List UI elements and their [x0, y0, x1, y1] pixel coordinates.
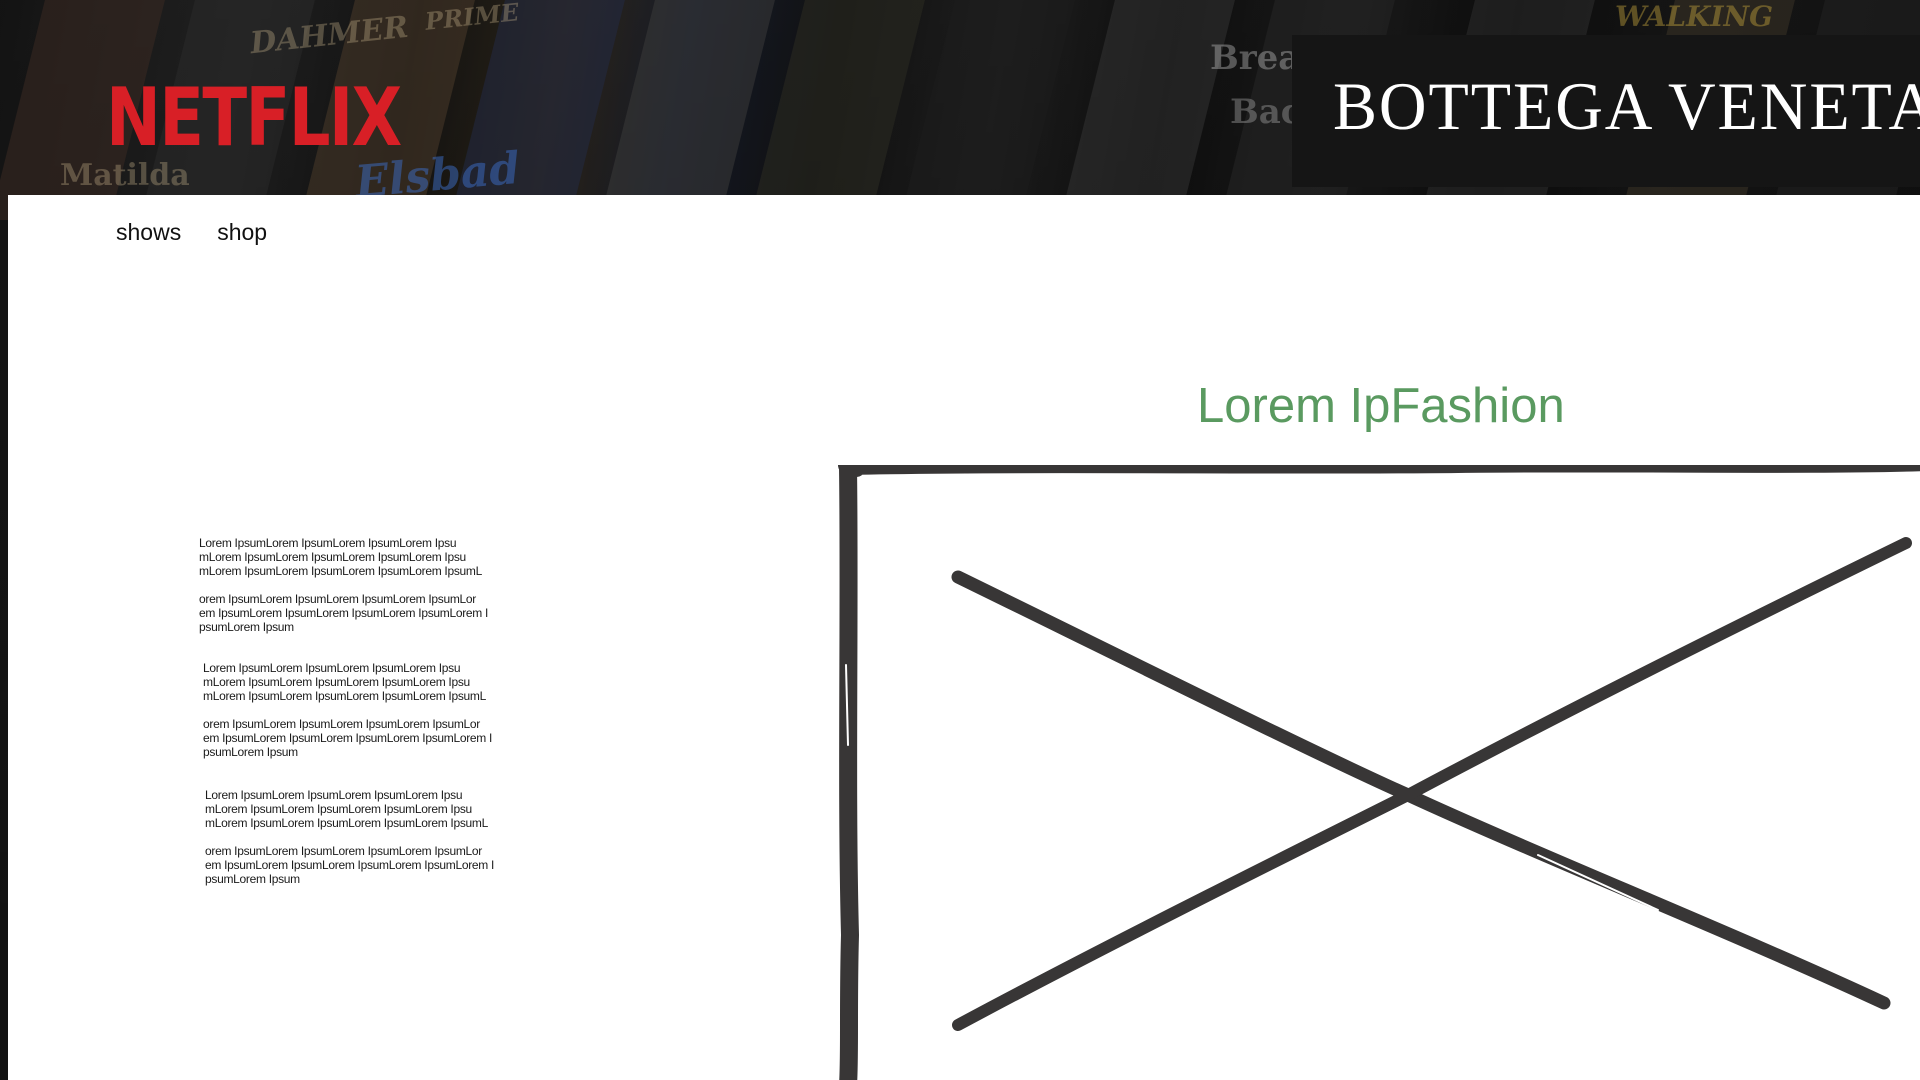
hero-title: Lorem IpFashion	[1197, 379, 1565, 433]
paragraph: Lorem IpsumLorem IpsumLorem IpsumLorem I…	[205, 788, 488, 830]
nav-link-shop[interactable]: shop	[217, 219, 267, 246]
backdrop-poster	[1060, 0, 1240, 220]
main-nav: shows shop	[116, 219, 267, 246]
text-block: Lorem IpsumLorem IpsumLorem IpsumLorem I…	[203, 661, 492, 759]
bottega-veneta-panel: BOTTEGA VENETA	[1292, 35, 1920, 187]
paragraph: Lorem IpsumLorem IpsumLorem IpsumLorem I…	[203, 661, 486, 703]
image-placeholder-icon	[838, 465, 1920, 1080]
paragraph: Lorem IpsumLorem IpsumLorem IpsumLorem I…	[199, 536, 482, 578]
netflix-logo[interactable]: NETFLIX	[106, 78, 402, 158]
backdrop-poster	[750, 0, 930, 220]
backdrop-poster	[900, 0, 1080, 220]
poster-title: WALKING	[1615, 0, 1774, 33]
stroke-texture	[1537, 854, 1659, 911]
stroke-texture	[1137, 839, 1259, 896]
paragraph: orem IpsumLorem IpsumLorem IpsumLorem Ip…	[199, 592, 489, 634]
poster-title: Bac	[1230, 92, 1302, 132]
paragraph: orem IpsumLorem IpsumLorem IpsumLorem Ip…	[205, 844, 495, 886]
frame-top-edge	[838, 465, 1920, 477]
text-block: Lorem IpsumLorem IpsumLorem IpsumLorem I…	[199, 536, 488, 634]
content-sheet: shows shop Lorem IpFashion Lorem IpsumLo…	[8, 195, 1920, 1080]
page: DAHMER PRIME Brea Bac Matilda WALKING El…	[0, 0, 1920, 1080]
backdrop-poster	[600, 0, 780, 220]
text-block: Lorem IpsumLorem IpsumLorem IpsumLorem I…	[205, 788, 494, 886]
bottega-veneta-logo[interactable]: BOTTEGA VENETA	[1333, 72, 1920, 140]
nav-link-shows[interactable]: shows	[116, 219, 181, 246]
frame-left-edge	[839, 465, 859, 1080]
poster-title: Brea	[1210, 38, 1301, 78]
paragraph: orem IpsumLorem IpsumLorem IpsumLorem Ip…	[203, 717, 493, 759]
